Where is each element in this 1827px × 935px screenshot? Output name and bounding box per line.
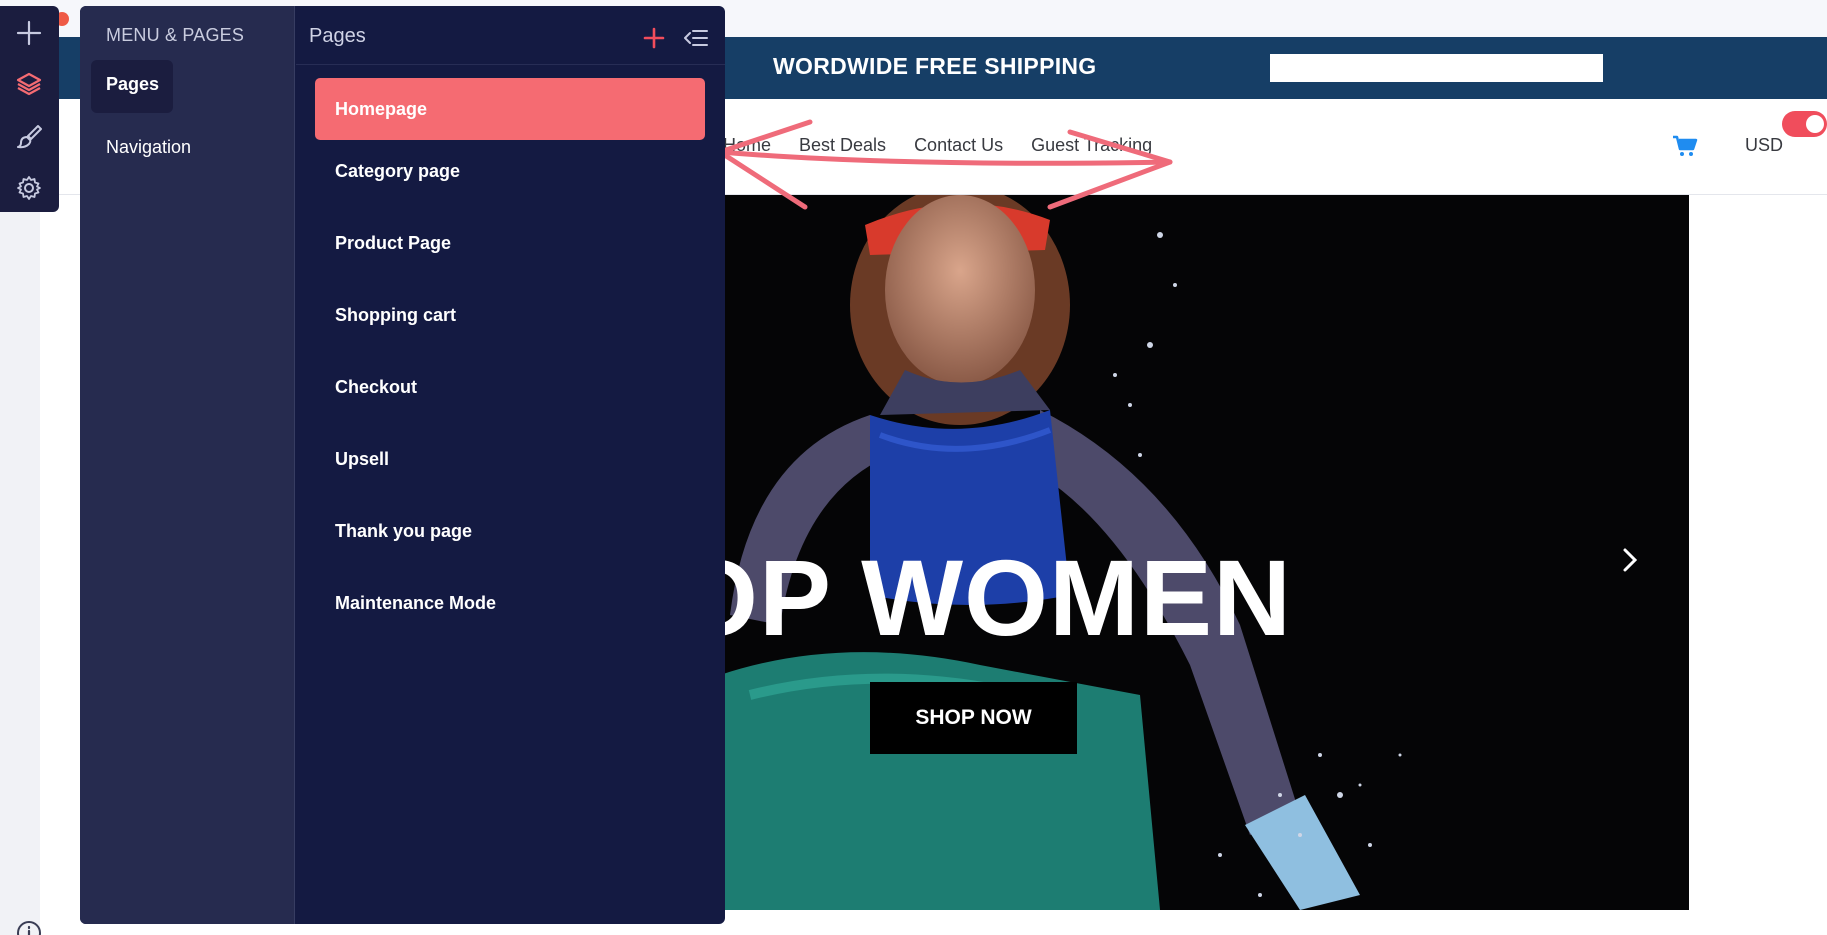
hero-headline: OP WOMEN	[720, 537, 1293, 658]
annotation-arrow	[717, 119, 1173, 210]
page-item-maintenance[interactable]: Maintenance Mode	[315, 572, 705, 634]
info-icon[interactable]	[16, 920, 42, 935]
hero-banner: OP WOMEN SHOP NOW	[720, 195, 1689, 910]
editor-screen: WORDWIDE FREE SHIPPING Home Best Deals C…	[0, 0, 1827, 935]
currency-selector[interactable]: USD	[1745, 135, 1783, 156]
page-item-category[interactable]: Category page	[315, 140, 705, 202]
panel-title: MENU & PAGES	[106, 25, 245, 45]
cart-icon[interactable]	[1672, 135, 1698, 162]
page-item-upsell[interactable]: Upsell	[315, 428, 705, 490]
settings-icon[interactable]	[14, 173, 44, 203]
menu-item-navigation[interactable]: Navigation	[106, 137, 191, 158]
pages-header-divider	[296, 64, 725, 65]
shop-now-button[interactable]: SHOP NOW	[870, 682, 1077, 754]
plus-icon[interactable]	[14, 18, 44, 48]
page-item-shopping-cart[interactable]: Shopping cart	[315, 284, 705, 346]
page-item-product[interactable]: Product Page	[315, 212, 705, 274]
hero-next-arrow-icon[interactable]	[1610, 530, 1650, 590]
menu-pages-panel: MENU & PAGES Navigation Pages Homepage C…	[80, 6, 725, 924]
add-page-icon[interactable]	[643, 27, 665, 54]
layers-icon[interactable]	[14, 69, 44, 99]
page-item-homepage[interactable]: Homepage	[315, 78, 705, 140]
brush-icon[interactable]	[14, 121, 44, 151]
page-item-thank-you[interactable]: Thank you page	[315, 500, 705, 562]
toggle-knob	[1806, 115, 1824, 133]
pages-title: Pages	[309, 25, 366, 47]
menu-pages-sidebar: MENU & PAGES Navigation	[80, 6, 295, 924]
promo-text: WORDWIDE FREE SHIPPING	[773, 53, 1097, 79]
toggle-switch[interactable]	[1782, 111, 1827, 137]
collapse-panel-icon[interactable]	[684, 28, 708, 53]
promo-search-input[interactable]	[1270, 54, 1603, 82]
pages-tooltip: Pages	[91, 60, 173, 113]
page-item-checkout[interactable]: Checkout	[315, 356, 705, 418]
editor-icon-rail	[0, 6, 59, 212]
